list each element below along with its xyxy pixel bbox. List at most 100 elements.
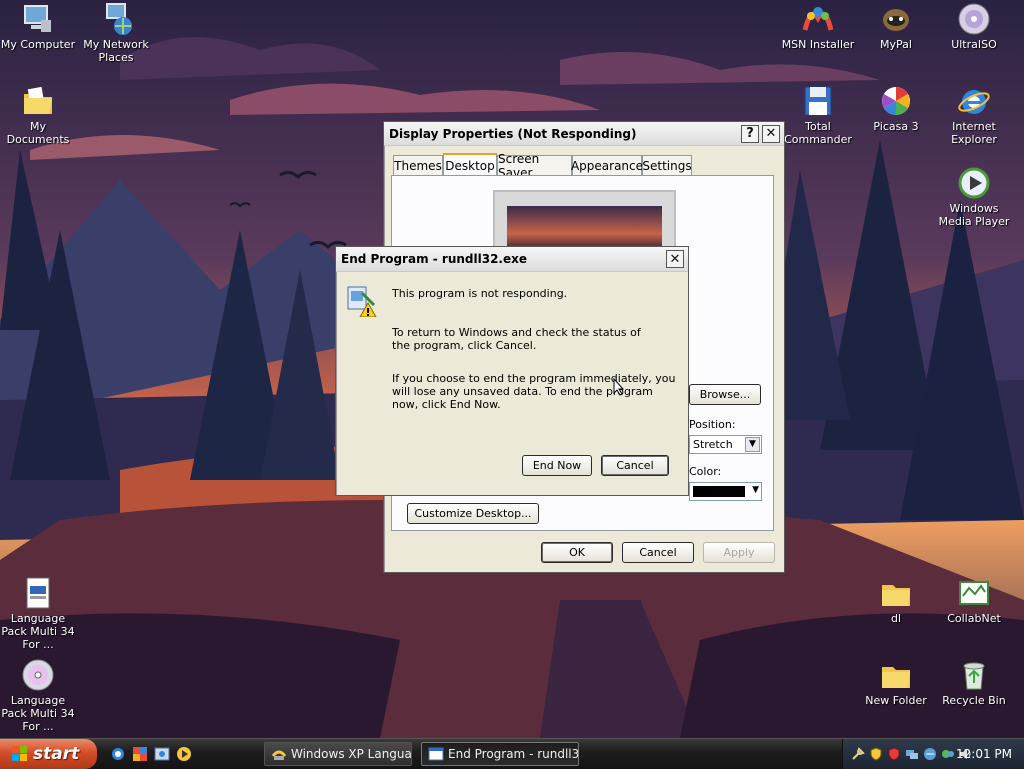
media-player-icon xyxy=(958,167,990,199)
icon-label: My Documents xyxy=(6,120,70,146)
browse-button[interactable]: Browse... xyxy=(689,384,761,405)
desktop-icon-windows-media-player[interactable]: Windows Media Player xyxy=(934,166,1014,228)
cancel-instructions-text: To return to Windows and check the statu… xyxy=(392,326,641,352)
icon-label: Picasa 3 xyxy=(873,120,919,133)
window-title: Display Properties (Not Responding) xyxy=(389,126,637,141)
monitor-preview xyxy=(493,190,676,252)
window-task-icon xyxy=(428,747,444,761)
icon-label: CollabNet xyxy=(947,612,1001,625)
position-select-value: Stretch xyxy=(693,438,733,451)
icon-label: dl xyxy=(890,612,902,625)
tray-network-icon[interactable] xyxy=(905,747,919,761)
desktop-icon-network-places[interactable]: My Network Places xyxy=(76,2,156,64)
icon-label: Windows Media Player xyxy=(938,202,1010,228)
icon-label: Internet Explorer xyxy=(951,120,997,146)
tab-desktop[interactable]: Desktop xyxy=(443,153,497,176)
media-player-quicklaunch-icon[interactable] xyxy=(176,746,192,762)
icon-label: Recycle Bin xyxy=(942,694,1006,707)
color-picker[interactable]: ▼ xyxy=(689,482,762,501)
desktop-icon-language-pack-iso[interactable]: Language Pack Multi 34 For ... xyxy=(0,658,78,733)
end-program-cancel-button[interactable]: Cancel xyxy=(601,455,669,476)
desktop-icon-msn-installer[interactable]: MSN Installer xyxy=(778,2,858,51)
desktop-icon-ultraiso[interactable]: UltraISO xyxy=(934,2,1014,51)
folder-icon xyxy=(882,667,910,688)
tray-tool-icon[interactable] xyxy=(851,747,865,761)
desktop-icon-picasa[interactable]: Picasa 3 xyxy=(856,84,936,133)
icon-label: Language Pack Multi 34 For ... xyxy=(1,694,75,733)
tray-security-icon[interactable] xyxy=(887,747,901,761)
taskbar-task-language-pack[interactable]: Windows XP Languag... xyxy=(264,742,412,766)
customize-desktop-button[interactable]: Customize Desktop... xyxy=(407,503,539,524)
close-button[interactable]: ✕ xyxy=(666,250,684,268)
icon-label: Language Pack Multi 34 For ... xyxy=(1,612,75,651)
close-button[interactable]: ✕ xyxy=(762,124,780,143)
ie-quicklaunch-icon[interactable] xyxy=(110,746,126,762)
system-tray: 12:01 PM xyxy=(842,739,1024,769)
start-button[interactable]: start xyxy=(0,739,97,769)
picasa-quicklaunch-icon[interactable] xyxy=(132,746,148,762)
desktop-icon-my-computer[interactable]: My Computer xyxy=(0,2,78,51)
my-documents-icon xyxy=(24,86,52,114)
color-label: Color: xyxy=(689,465,722,478)
task-label: End Program - rundll3... xyxy=(448,747,579,761)
help-button[interactable]: ? xyxy=(741,124,759,143)
position-select[interactable]: Stretch ▼ xyxy=(689,435,762,454)
ok-button[interactable]: OK xyxy=(541,542,613,563)
desktop-icon-dl-folder[interactable]: dl xyxy=(856,576,936,625)
tab-screen-saver[interactable]: Screen Saver xyxy=(497,152,572,180)
position-label: Position: xyxy=(689,418,736,431)
icon-label: UltraISO xyxy=(951,38,997,51)
setup-file-icon xyxy=(26,577,50,609)
taskbar-task-end-program[interactable]: End Program - rundll3... xyxy=(421,742,579,766)
tray-network2-icon[interactable] xyxy=(923,747,937,761)
desktop-icon-mypal[interactable]: MyPal xyxy=(856,2,936,51)
cancel-button[interactable]: Cancel xyxy=(622,542,694,563)
browser-quicklaunch-icon[interactable] xyxy=(154,746,170,762)
desktop-icon-new-folder[interactable]: New Folder xyxy=(856,658,936,707)
icon-label: New Folder xyxy=(865,694,927,707)
tray-sync-icon[interactable] xyxy=(941,747,955,761)
desktop-icon-recycle-bin[interactable]: Recycle Bin xyxy=(934,658,1014,707)
cd-image-icon xyxy=(22,659,54,691)
end-now-button[interactable]: End Now xyxy=(522,455,592,476)
mouse-cursor-icon xyxy=(613,378,625,396)
chevron-down-icon: ▼ xyxy=(752,485,759,495)
color-swatch xyxy=(693,486,745,497)
icon-label: My Network Places xyxy=(83,38,149,64)
collabnet-icon xyxy=(959,581,989,605)
start-label: start xyxy=(33,744,80,764)
setup-task-icon xyxy=(271,750,287,760)
clock[interactable]: 12:01 PM xyxy=(956,747,1012,761)
taskbar: start Windows XP Languag... End Program … xyxy=(0,738,1024,769)
desktop-icon-collabnet[interactable]: CollabNet xyxy=(934,576,1014,625)
chevron-down-icon: ▼ xyxy=(745,437,760,452)
icon-label: My Computer xyxy=(0,38,76,51)
recycle-bin-icon xyxy=(963,662,985,690)
icon-label: MyPal xyxy=(880,38,912,51)
network-places-icon xyxy=(106,3,132,35)
task-label: Windows XP Languag... xyxy=(291,747,412,761)
floppy-icon xyxy=(804,86,832,116)
desktop-icon-language-pack-setup[interactable]: Language Pack Multi 34 For ... xyxy=(0,576,78,651)
desktop-icon-my-documents[interactable]: My Documents xyxy=(0,84,78,146)
end-now-warning-text: If you choose to end the program immedia… xyxy=(392,372,676,411)
folder-icon xyxy=(882,585,910,606)
picasa-icon xyxy=(882,87,910,115)
icon-label: MSN Installer xyxy=(781,38,855,51)
tray-shield-icon[interactable] xyxy=(869,747,883,761)
warning-program-icon xyxy=(347,286,377,317)
dialog-title: End Program - rundll32.exe xyxy=(341,252,528,266)
end-program-titlebar[interactable]: End Program - rundll32.exe ✕ xyxy=(336,247,688,272)
msn-icon xyxy=(802,7,834,31)
icon-label: Total Commander xyxy=(784,120,852,146)
display-properties-titlebar[interactable]: Display Properties (Not Responding) ? ✕ xyxy=(384,122,784,146)
mypal-icon xyxy=(883,9,909,31)
tab-appearance[interactable]: Appearance xyxy=(571,155,643,175)
windows-logo-icon xyxy=(12,746,27,761)
ie-icon xyxy=(958,90,990,114)
tab-themes[interactable]: Themes xyxy=(393,155,443,175)
tab-settings[interactable]: Settings xyxy=(642,155,692,175)
desktop-icon-internet-explorer[interactable]: Internet Explorer xyxy=(934,84,1014,146)
desktop-icon-total-commander[interactable]: Total Commander xyxy=(778,84,858,146)
apply-button: Apply xyxy=(703,542,775,563)
